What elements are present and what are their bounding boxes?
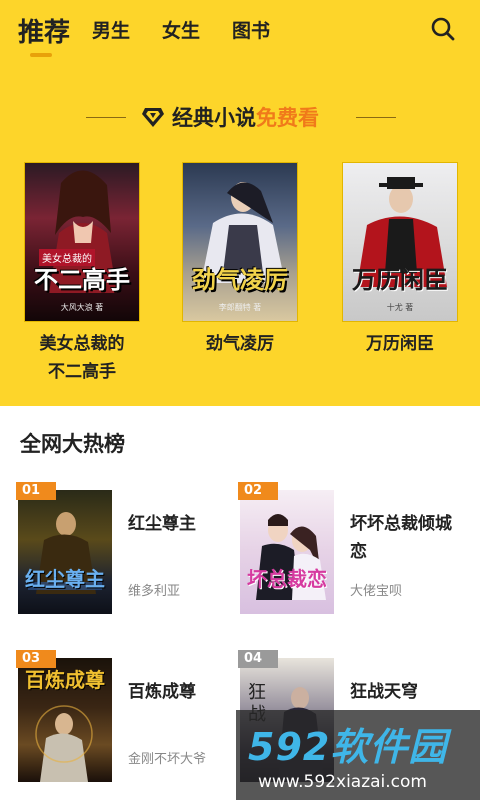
- rank-badge: 03: [16, 650, 56, 668]
- rank-book-title[interactable]: 百炼成尊: [128, 678, 246, 706]
- cover-title: 不二高手: [34, 265, 130, 294]
- cover-author: 大风大浪 著: [60, 303, 104, 312]
- rank-book-author: 大佬宝呗: [350, 584, 403, 599]
- cover-author: 十尤 著: [386, 303, 414, 312]
- featured-book[interactable]: 美女总裁的 不二高手 大风大浪 著 美女总裁的 不二高手: [24, 162, 140, 386]
- featured-section: 推荐 男生 女生 图书 经典小说免费看 美女总裁的 不二高手 大风大浪 著 美女…: [0, 0, 480, 406]
- cover-title: 坏总裁恋: [247, 567, 327, 591]
- active-tab-indicator: [30, 53, 52, 57]
- rank-badge: 02: [238, 482, 278, 500]
- svg-text:狂: 狂: [248, 682, 266, 703]
- rank-book-title[interactable]: 坏坏总裁倾城恋: [350, 510, 468, 566]
- rank-book-title[interactable]: 红尘尊主: [128, 510, 246, 538]
- hotlist-title: 全网大热榜: [20, 431, 125, 456]
- cover-art: [49, 170, 117, 293]
- promo-text-prefix: 经典小说: [172, 106, 256, 130]
- watermark-url: www.592xiazai.com: [258, 772, 427, 792]
- book-title-line1: 万历闲臣: [366, 334, 434, 354]
- tab-books[interactable]: 图书: [232, 16, 270, 43]
- watermark-logo: 592软件园: [248, 725, 448, 769]
- rank-badge: 01: [16, 482, 56, 500]
- book-cover[interactable]: 劲气凌厉 李郎翻特 著: [182, 162, 298, 322]
- rank-item[interactable]: 红尘尊主 01 红尘尊主 维多利亚: [16, 482, 248, 632]
- cover-author: 李郎翻特 著: [218, 303, 262, 312]
- book-cover[interactable]: 美女总裁的 不二高手 大风大浪 著: [24, 162, 140, 322]
- search-icon: [431, 17, 455, 41]
- featured-book[interactable]: 劲气凌厉 李郎翻特 著 劲气凌厉: [182, 162, 298, 358]
- cover-title: 红尘尊主: [25, 567, 105, 591]
- featured-book[interactable]: 万历闲臣 十尤 著 万历闲臣: [342, 162, 458, 358]
- rank-item[interactable]: 百炼成尊 03 百炼成尊 金刚不坏大爷: [16, 650, 248, 800]
- book-title[interactable]: 万历闲臣: [342, 330, 458, 358]
- book-title-line2: 不二高手: [48, 362, 116, 382]
- cover-title: 百炼成尊: [25, 668, 105, 692]
- rank-item[interactable]: 坏总裁恋 02 坏坏总裁倾城恋 大佬宝呗: [238, 482, 470, 632]
- tab-female[interactable]: 女生: [162, 16, 200, 43]
- promo-heading: 经典小说免费看: [0, 100, 480, 134]
- divider-left: [86, 117, 126, 118]
- top-tab-bar: 推荐 男生 女生 图书: [0, 0, 480, 64]
- search-button[interactable]: [428, 14, 458, 44]
- cover-art: [256, 514, 326, 600]
- rank-cover[interactable]: 百炼成尊: [18, 658, 112, 782]
- cover-title: 劲气凌厉: [192, 265, 288, 294]
- book-title-line1: 美女总裁的: [39, 334, 125, 354]
- cover-art: [357, 177, 447, 287]
- promo-text: 经典小说免费看: [172, 102, 319, 132]
- tab-male[interactable]: 男生: [92, 16, 130, 43]
- watermark: 592软件园 www.592xiazai.com: [236, 710, 480, 800]
- rank-book-author: 金刚不坏大爷: [128, 752, 207, 767]
- book-cover[interactable]: 万历闲臣 十尤 著: [342, 162, 458, 322]
- divider-right: [356, 117, 396, 118]
- book-title[interactable]: 美女总裁的 不二高手: [24, 330, 140, 386]
- book-title-line1: 劲气凌厉: [206, 334, 274, 354]
- promo-text-highlight: 免费看: [256, 106, 319, 130]
- cover-art: [201, 182, 285, 283]
- cover-title: 万历闲臣: [352, 265, 448, 294]
- rank-cover[interactable]: 红尘尊主: [18, 490, 112, 614]
- rank-book-author: 维多利亚: [128, 584, 181, 599]
- book-title[interactable]: 劲气凌厉: [182, 330, 298, 358]
- rank-book-title[interactable]: 狂战天穹: [350, 678, 468, 706]
- cover-art: [28, 512, 102, 594]
- rank-badge: 04: [238, 650, 278, 668]
- diamond-icon: [142, 108, 164, 127]
- tab-recommend[interactable]: 推荐: [18, 12, 70, 49]
- rank-cover[interactable]: 坏总裁恋: [240, 490, 334, 614]
